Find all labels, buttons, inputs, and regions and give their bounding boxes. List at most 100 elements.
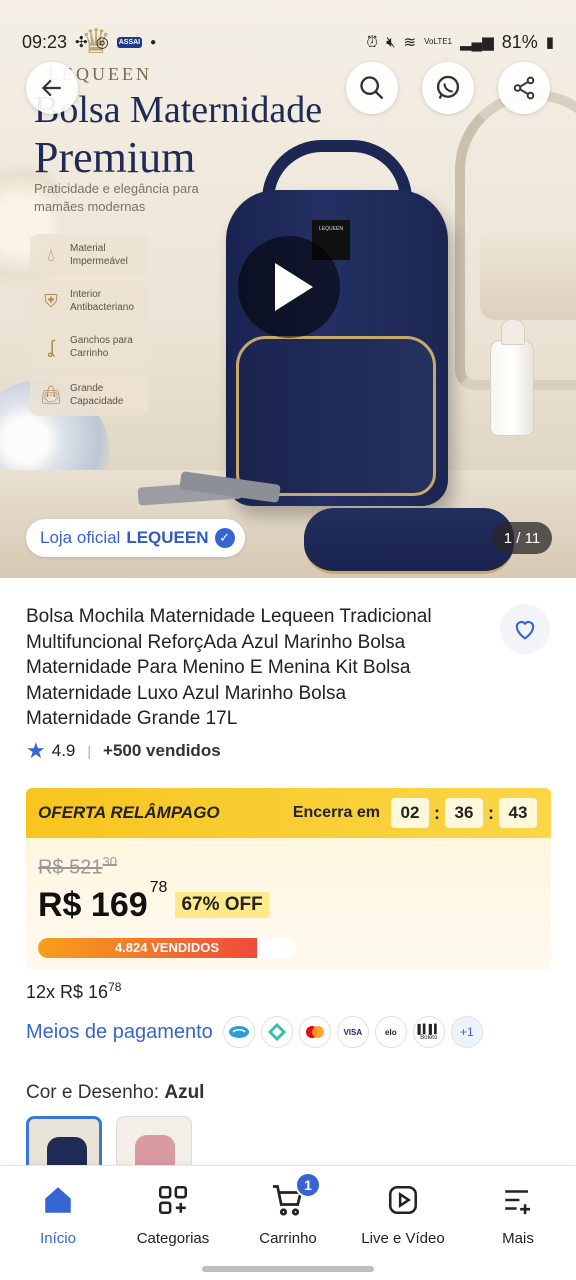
installments-main: 12x R$ 16	[26, 982, 109, 1002]
countdown-timer: Encerra em 02 : 36 : 43	[293, 798, 537, 828]
battery-percent: 81%	[501, 31, 538, 52]
bottom-navigation: Início Categorias 1 Carrinho Live e Víde…	[0, 1165, 576, 1280]
separator: |	[87, 743, 92, 759]
nav-inicio[interactable]: Início	[3, 1180, 113, 1260]
menu-plus-icon	[498, 1180, 538, 1220]
timer-minutes: 36	[445, 798, 483, 828]
sold-progress-text: 4.824 VENDIDOS	[114, 940, 220, 955]
feature-label: Material Impermeável	[70, 243, 128, 267]
current-price: R$ 169 78	[38, 879, 167, 925]
status-time: 09:23	[22, 31, 68, 52]
nav-label: Categorias	[136, 1230, 210, 1247]
feature-antibacterial: ⛨ Interior Antibacteriano	[30, 280, 148, 322]
search-icon	[360, 76, 384, 100]
battery-icon: ▮	[545, 34, 554, 51]
timer-hours: 02	[391, 798, 429, 828]
timer-seconds: 43	[499, 798, 537, 828]
whatsapp-icon	[436, 75, 460, 99]
flash-offer-header: OFERTA RELÂMPAGO Encerra em 02 : 36 : 43	[26, 788, 551, 838]
share-button[interactable]	[498, 62, 550, 114]
decor-cushion	[480, 230, 576, 320]
variant-label: Cor e Desenho: Azul	[26, 1082, 204, 1104]
original-price-main: R$ 521	[38, 856, 103, 879]
installments: 12x R$ 1678	[26, 980, 121, 1003]
image-counter: 1 / 11	[492, 522, 552, 554]
nav-live-video[interactable]: Live e Vídeo	[348, 1180, 458, 1260]
share-icon	[513, 76, 535, 100]
current-price-cents: 78	[149, 878, 168, 896]
payment-methods-row[interactable]: Meios de pagamento VISA elo ▌▍▌▍ Boleto …	[26, 1016, 483, 1048]
mastercard-icon	[298, 1016, 331, 1048]
feature-label: Ganchos para Carrinho	[70, 335, 133, 359]
feature-label: Grande Capacidade	[70, 383, 124, 407]
whatsapp-button[interactable]	[422, 62, 474, 114]
signal-icon: ▂▄▆	[460, 34, 494, 51]
rating-row[interactable]: ★ 4.9 | +500 vendidos	[26, 738, 221, 764]
drop-icon: 💧︎	[47, 244, 55, 265]
timer-separator: :	[488, 802, 494, 823]
wifi-icon: ≋	[403, 34, 417, 51]
home-indicator	[202, 1266, 374, 1272]
rating-value: 4.9	[51, 741, 76, 760]
timer-separator: :	[434, 802, 440, 823]
product-image-carousel[interactable]: ♛ LEQUEEN Bolsa Maternidade Premium Prat…	[0, 0, 576, 578]
back-button[interactable]	[26, 62, 78, 114]
feature-waterproof: 💧︎ Material Impermeável	[30, 234, 148, 276]
pinwheel-icon: ✣	[75, 34, 88, 51]
nav-carrinho[interactable]: 1 Carrinho	[233, 1172, 343, 1260]
home-icon	[38, 1180, 78, 1220]
boleto-icon: ▌▍▌▍ Boleto	[412, 1016, 445, 1048]
variant-label-text: Cor e Desenho:	[26, 1082, 160, 1103]
feature-label: Interior Antibacteriano	[70, 289, 134, 313]
payment-methods-link[interactable]: Meios de pagamento	[26, 1021, 213, 1044]
feature-hooks: ʆ Ganchos para Carrinho	[30, 326, 148, 368]
installments-cents: 78	[108, 980, 122, 994]
elo-icon: elo	[374, 1016, 407, 1048]
barcode-icon: ▌▍▌▍	[417, 1023, 441, 1034]
boleto-label: Boleto	[420, 1034, 438, 1041]
changing-pouch	[304, 508, 514, 574]
notification-dot-icon: ●	[150, 36, 157, 48]
nav-label: Início	[40, 1230, 76, 1247]
cart-count-badge: 1	[295, 1172, 321, 1198]
nav-categorias[interactable]: Categorias	[118, 1180, 228, 1260]
hero-title-line1: Bolsa Maternidade	[34, 89, 323, 131]
original-price: R$ 52130	[38, 854, 117, 880]
original-price-cents: 30	[102, 854, 117, 869]
store-prefix: Loja oficial	[40, 528, 121, 547]
discount-badge: 67% OFF	[175, 892, 269, 918]
price-row: R$ 169 78 67% OFF	[38, 879, 269, 925]
sold-count: +500 vendidos	[103, 741, 221, 760]
categories-icon	[153, 1180, 193, 1220]
play-video-button[interactable]	[238, 236, 340, 338]
status-bar: 09:23 ✣ ◎ ASSAI ● ⏰︎ 🔇︎ ≋ VoLTE1 ▂▄▆ 81%…	[0, 0, 576, 64]
feature-capacity: 👜︎ Grande Capacidade	[30, 374, 148, 416]
flash-offer-title: OFERTA RELÂMPAGO	[38, 803, 220, 822]
nav-mais[interactable]: Mais	[463, 1180, 573, 1260]
pix-icon	[260, 1016, 293, 1048]
backpack-pocket	[236, 336, 436, 496]
assai-app-icon: ASSAI	[116, 36, 143, 48]
star-icon: ★	[26, 738, 46, 763]
nav-label: Carrinho	[259, 1230, 317, 1247]
more-payment-methods[interactable]: +1	[450, 1016, 483, 1048]
mute-icon: 🔇︎	[386, 33, 396, 51]
hero-title-line2: Premium	[34, 133, 196, 182]
hook-icon: ʆ	[47, 336, 55, 357]
shield-plus-icon: ⛨	[44, 290, 58, 311]
heart-icon	[515, 621, 535, 640]
official-store-badge[interactable]: Loja oficial LEQUEEN ✓	[26, 519, 245, 557]
current-price-main: R$ 169	[38, 886, 148, 924]
flash-offer-box: OFERTA RELÂMPAGO Encerra em 02 : 36 : 43…	[26, 788, 551, 970]
favorite-button[interactable]	[500, 604, 550, 654]
visa-icon: VISA	[336, 1016, 369, 1048]
decor-baby-bottle	[490, 319, 534, 436]
search-button[interactable]	[346, 62, 398, 114]
store-name: LEQUEEN	[126, 528, 209, 547]
network-label: VoLTE1	[424, 37, 452, 46]
play-video-icon	[383, 1180, 423, 1220]
nav-label: Live e Vídeo	[361, 1230, 445, 1247]
timer-label: Encerra em	[292, 804, 380, 821]
nav-label: Mais	[502, 1230, 534, 1247]
sold-progress-bar: 4.824 VENDIDOS	[38, 938, 296, 958]
